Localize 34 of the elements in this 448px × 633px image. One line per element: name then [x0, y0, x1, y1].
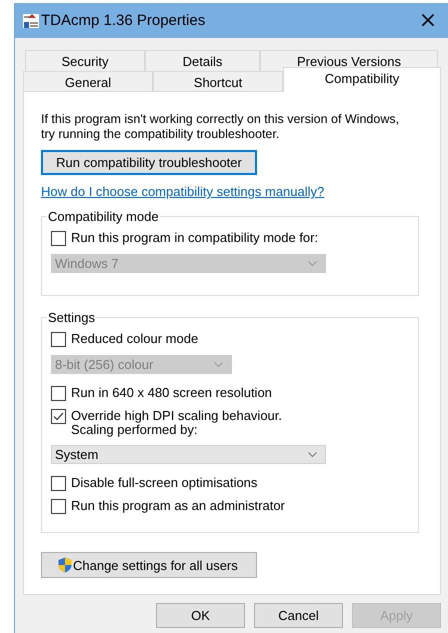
change-settings-button[interactable]: Change settings for all users — [41, 552, 257, 578]
checkbox[interactable] — [51, 386, 66, 401]
checkbox[interactable] — [51, 499, 66, 514]
checkbox[interactable] — [51, 476, 66, 491]
checkbox[interactable] — [51, 231, 66, 246]
checkbox-label: Run in 640 x 480 screen resolution — [71, 386, 272, 400]
window-title: TDAcmp 1.36 Properties — [41, 12, 206, 29]
checkbox[interactable] — [51, 332, 66, 347]
checkbox[interactable] — [51, 409, 66, 424]
troubleshooter-button[interactable]: Run compatibility troubleshooter — [41, 150, 257, 175]
dropdown[interactable]: System — [51, 445, 326, 464]
tab[interactable]: Compatibility — [283, 67, 441, 92]
checkbox-label: Run this program in compatibility mode for: — [71, 231, 318, 245]
checkbox-label: Disable full-screen optimisations — [71, 476, 258, 490]
shield-icon — [58, 557, 72, 573]
checkbox-label: Run this program as an administrator — [71, 499, 285, 513]
dialog-button[interactable]: OK — [156, 603, 245, 628]
tab[interactable]: Security — [25, 50, 145, 71]
checkbox-label: Reduced colour mode — [71, 332, 198, 346]
help-link[interactable]: How do I choose compatibility settings manually? — [41, 184, 324, 199]
tab[interactable]: Shortcut — [153, 71, 283, 92]
chevron-down-icon — [214, 362, 223, 367]
chevron-down-icon — [308, 452, 317, 457]
tab[interactable]: General — [23, 71, 153, 92]
check-icon — [53, 412, 64, 421]
tab[interactable]: Details — [145, 50, 260, 71]
checkbox-label: Override high DPI scaling behaviour. Scaling performed by: — [71, 409, 282, 437]
instruction-text: If this program isn't working correctly on this version of Windows, try running the compatibility troubleshooter. — [41, 112, 400, 142]
chevron-down-icon — [308, 261, 317, 266]
dialog-button[interactable]: Cancel — [254, 603, 343, 628]
group-title: Settings — [47, 310, 96, 325]
group-title: Compatibility mode — [47, 209, 160, 224]
app-icon — [23, 12, 39, 28]
close-button[interactable]: × — [411, 8, 445, 33]
